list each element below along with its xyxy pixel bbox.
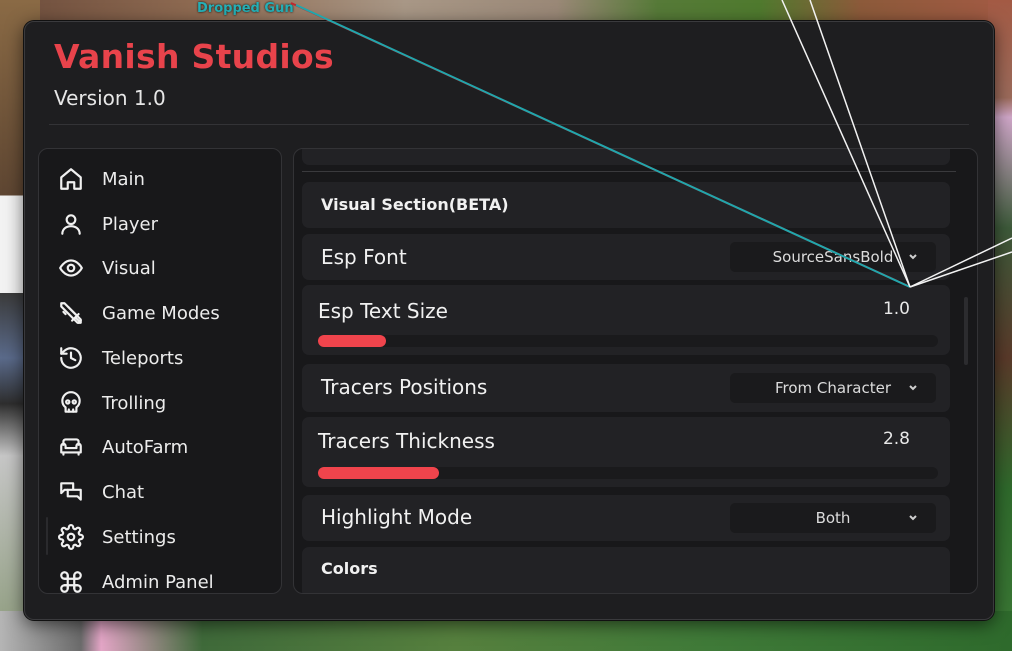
chevron-down-icon — [906, 249, 920, 263]
sofa-icon — [57, 433, 85, 461]
tracers-positions-row: Tracers Positions From Character — [302, 364, 950, 412]
sidebar-item-main[interactable]: Main — [57, 161, 267, 197]
version-label: Version 1.0 — [54, 86, 166, 110]
tracers-thickness-value: 2.8 — [882, 429, 910, 449]
esp-text-size-value: 1.0 — [882, 299, 910, 319]
chevron-down-icon — [906, 510, 920, 524]
sidebar-item-teleports[interactable]: Teleports — [57, 340, 267, 376]
sidebar-item-label: Main — [102, 168, 145, 190]
tracers-thickness-label: Tracers Thickness — [318, 429, 495, 453]
visual-settings-panel: Visual Section(BETA) Esp Font SourceSans… — [293, 148, 978, 594]
sidebar-item-game-modes[interactable]: Game Modes — [57, 295, 267, 331]
chat-bubbles-icon — [57, 478, 85, 506]
gear-icon — [57, 523, 85, 551]
sidebar-item-label: Game Modes — [102, 302, 220, 324]
esp-text-size-label: Esp Text Size — [318, 299, 448, 323]
esp-font-value: SourceSansBold — [772, 248, 894, 266]
tracers-positions-dropdown[interactable]: From Character — [730, 373, 936, 403]
colors-section-row: Colors — [302, 547, 950, 593]
esp-font-label: Esp Font — [321, 245, 407, 269]
dropped-gun-label: Dropped Gun — [197, 1, 294, 16]
sidebar-item-settings[interactable]: Settings — [57, 519, 267, 555]
highlight-mode-row: Highlight Mode Both — [302, 495, 950, 541]
tracers-positions-value: From Character — [775, 379, 891, 397]
sidebar-item-trolling[interactable]: Trolling — [57, 385, 267, 421]
home-icon — [57, 165, 85, 193]
vanish-studios-window: Vanish Studios Version 1.0 Main Player V… — [24, 21, 994, 620]
command-icon — [57, 568, 85, 593]
sidebar-item-autofarm[interactable]: AutoFarm — [57, 429, 267, 465]
chevron-down-icon — [906, 380, 920, 394]
sidebar-item-label: AutoFarm — [102, 436, 189, 458]
esp-font-row: Esp Font SourceSansBold — [302, 234, 950, 280]
slider-fill — [318, 335, 387, 347]
sidebar-item-label: Visual — [102, 257, 156, 279]
crossed-swords-icon — [57, 299, 85, 327]
header-divider — [49, 124, 969, 125]
highlight-mode-dropdown[interactable]: Both — [730, 503, 936, 533]
esp-text-size-row: Esp Text Size 1.0 — [302, 285, 950, 355]
sidebar-item-label: Admin Panel — [102, 571, 214, 593]
sidebar-item-chat[interactable]: Chat — [57, 474, 267, 510]
section-title: Visual Section(BETA) — [321, 195, 509, 214]
highlight-mode-label: Highlight Mode — [321, 505, 473, 529]
history-icon — [57, 344, 85, 372]
skull-icon — [57, 389, 85, 417]
tracers-thickness-row: Tracers Thickness 2.8 — [302, 417, 950, 487]
sidebar-item-label: Chat — [102, 481, 145, 503]
sidebar-scroll-indicator — [46, 517, 48, 555]
sidebar: Main Player Visual Game Modes Teleports — [38, 148, 282, 594]
esp-font-dropdown[interactable]: SourceSansBold — [730, 242, 936, 272]
section-header-visual: Visual Section(BETA) — [302, 182, 950, 228]
window-title: Vanish Studios — [54, 37, 334, 76]
section-divider — [302, 171, 956, 172]
colors-label: Colors — [321, 559, 378, 578]
sidebar-item-visual[interactable]: Visual — [57, 250, 267, 286]
row-clipped-top — [302, 149, 950, 165]
sidebar-item-player[interactable]: Player — [57, 206, 267, 242]
sidebar-item-label: Teleports — [102, 347, 184, 369]
sidebar-item-admin-panel[interactable]: Admin Panel — [57, 564, 267, 593]
tracers-thickness-slider[interactable] — [318, 467, 938, 479]
tracers-positions-label: Tracers Positions — [321, 375, 488, 399]
slider-fill — [318, 467, 439, 479]
sidebar-item-label: Player — [102, 213, 159, 235]
sidebar-item-label: Settings — [102, 526, 176, 548]
esp-text-size-slider[interactable] — [318, 335, 938, 347]
content-scrollbar[interactable] — [964, 297, 968, 365]
highlight-mode-value: Both — [815, 509, 851, 527]
sidebar-item-label: Trolling — [102, 392, 167, 414]
user-icon — [57, 210, 85, 238]
eye-icon — [57, 254, 85, 282]
